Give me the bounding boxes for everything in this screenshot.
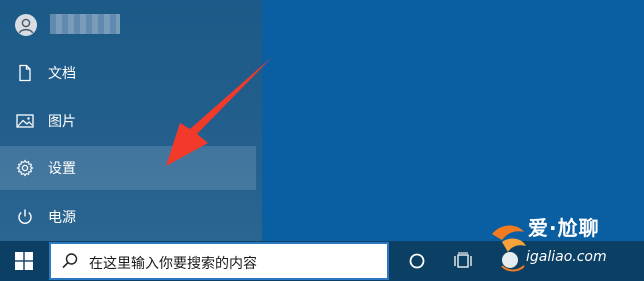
task-view-icon: [454, 252, 472, 268]
watermark-domain: igaliao.com: [526, 249, 607, 265]
search-icon: [61, 252, 79, 270]
search-box[interactable]: 在这里输入你要搜索的内容: [49, 242, 389, 280]
start-button[interactable]: [0, 241, 48, 281]
windows-logo-icon: [15, 252, 33, 270]
watermark-title: 爱·尬聊: [528, 216, 600, 240]
desktop: 文档 图片 设置 电源 在这里输入你要搜索的内容 爱·尬聊 igaliao.co…: [0, 0, 644, 281]
search-placeholder: 在这里输入你要搜索的内容: [89, 256, 257, 272]
task-view-button[interactable]: [443, 241, 483, 281]
watermark-logo: 爱·尬聊 igaliao.com: [488, 210, 644, 281]
cortana-circle-icon: [409, 253, 425, 269]
cortana-button[interactable]: [397, 241, 437, 281]
